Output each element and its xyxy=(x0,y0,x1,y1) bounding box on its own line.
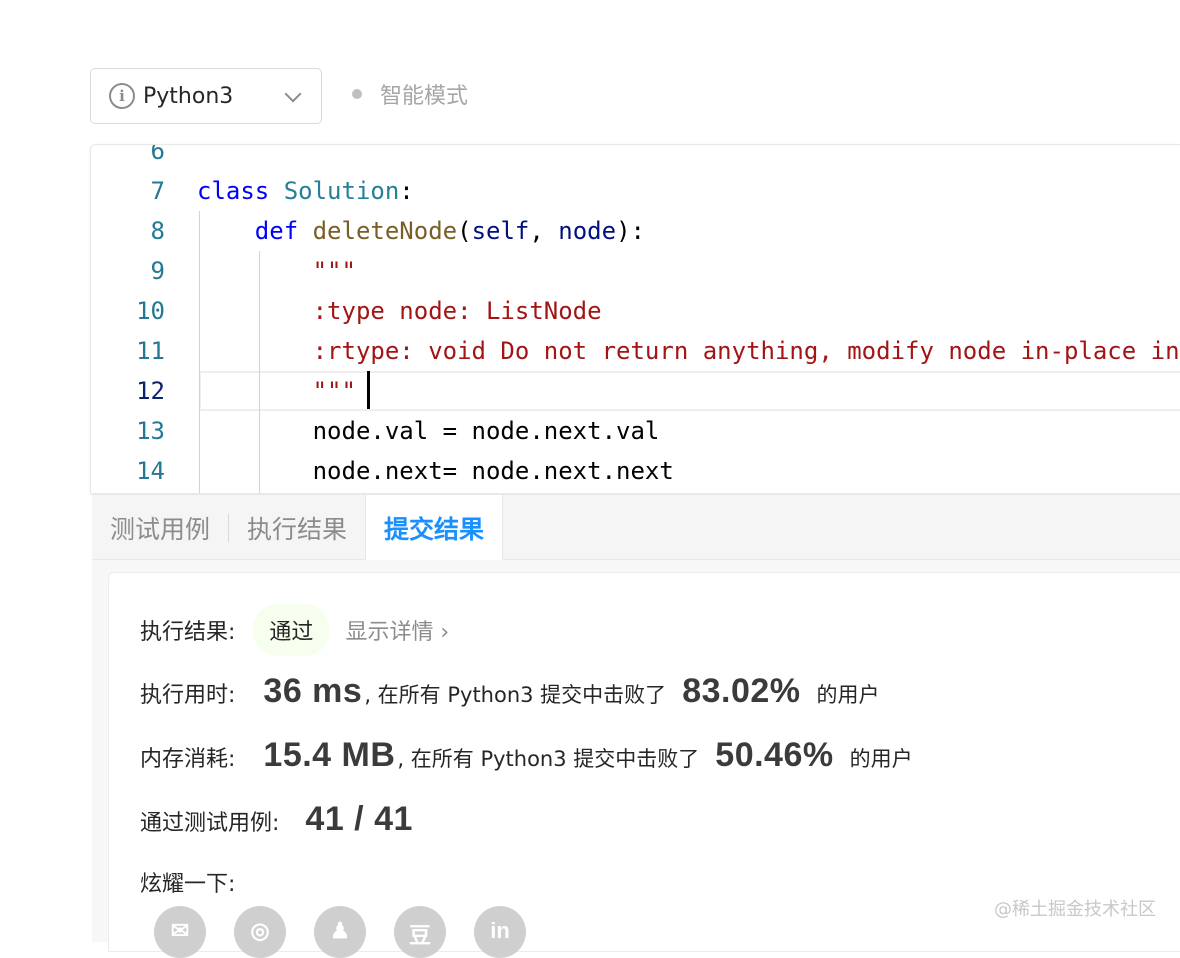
status-row: 执行结果: 通过 显示详情 › xyxy=(140,604,449,656)
tests-value: 41 / 41 xyxy=(305,800,413,838)
status-badge: 通过 xyxy=(253,604,330,656)
code-token: :rtype: void Do not return anything, mod… xyxy=(312,337,1180,365)
code-token: node.val = node.next.val xyxy=(197,417,660,445)
language-label: Python3 xyxy=(143,83,234,109)
code-line[interactable]: 9 """ xyxy=(91,251,1180,291)
line-number: 13 xyxy=(136,417,165,445)
share-row: 炫耀一下: xyxy=(140,866,235,898)
code-line[interactable]: 6 xyxy=(91,144,1180,171)
code-token: class xyxy=(197,177,270,205)
code-line[interactable]: 12 """ xyxy=(91,371,1180,411)
code-token: node xyxy=(558,217,617,245)
tab-submit-result[interactable]: 提交结果 xyxy=(365,495,504,560)
tests-row: 通过测试用例: 41 / 41 xyxy=(140,800,413,839)
code-editor[interactable]: 6 7 class Solution: 8 def deleteNode(self, … xyxy=(90,144,1180,494)
linkedin-icon[interactable]: in xyxy=(474,906,526,958)
code-line[interactable]: 7 class Solution: xyxy=(91,171,1180,211)
runtime-label: 执行用时: xyxy=(140,683,236,708)
line-number: 11 xyxy=(136,337,165,365)
code-text: """ xyxy=(197,371,356,411)
code-text: class Solution: xyxy=(197,171,414,211)
tab-run-result[interactable]: 执行结果 xyxy=(229,495,365,560)
code-token: Solution xyxy=(283,177,400,205)
show-details-link[interactable]: 显示详情 › xyxy=(345,614,449,646)
code-line[interactable]: 11 :rtype: void Do not return anything, … xyxy=(91,331,1180,371)
share-icons: ✉ ◎ ♟ 豆 in xyxy=(154,906,526,958)
code-token: : xyxy=(399,177,414,205)
text-cursor xyxy=(367,371,370,409)
runtime-value: 36 ms xyxy=(263,672,363,710)
result-tabs: 测试用例 执行结果 提交结果 xyxy=(92,494,1180,560)
tests-label: 通过测试用例: xyxy=(140,811,280,836)
code-text: node.next= node.next.next xyxy=(197,451,674,491)
wechat-icon[interactable]: ✉ xyxy=(154,906,206,958)
code-token: deleteNode xyxy=(312,217,458,245)
weibo-icon[interactable]: ◎ xyxy=(234,906,286,958)
code-token: """ xyxy=(312,257,356,285)
code-token: ( xyxy=(457,217,472,245)
line-number: 10 xyxy=(136,297,165,325)
code-text: :rtype: void Do not return anything, mod… xyxy=(197,331,1180,371)
code-token: self xyxy=(471,217,530,245)
status-label: 执行结果: xyxy=(140,620,236,645)
runtime-text: , 在所有 Python3 提交中击败了 xyxy=(364,683,667,707)
runtime-suffix: 的用户 xyxy=(816,683,880,707)
code-text: """ xyxy=(197,251,356,291)
runtime-row: 执行用时: 36 ms , 在所有 Python3 提交中击败了 83.02% … xyxy=(140,672,880,711)
code-token: node.next= node.next.next xyxy=(197,457,674,485)
runtime-percent: 83.02% xyxy=(682,672,801,710)
tab-test-cases[interactable]: 测试用例 xyxy=(92,495,228,560)
memory-row: 内存消耗: 15.4 MB , 在所有 Python3 提交中击败了 50.46… xyxy=(140,736,913,775)
memory-label: 内存消耗: xyxy=(140,747,236,772)
douban-icon[interactable]: 豆 xyxy=(394,906,446,958)
line-number: 8 xyxy=(150,217,165,245)
line-number: 9 xyxy=(150,257,165,285)
code-token: ): xyxy=(616,217,645,245)
memory-value: 15.4 MB xyxy=(263,736,396,774)
memory-text: , 在所有 Python3 提交中击败了 xyxy=(397,747,700,771)
code-line[interactable]: 14 node.next= node.next.next xyxy=(91,451,1180,491)
line-number: 7 xyxy=(150,177,165,205)
code-line[interactable]: 8 def deleteNode(self, node): xyxy=(91,211,1180,251)
code-token: :type node: ListNode xyxy=(312,297,602,325)
line-number: 6 xyxy=(150,144,165,165)
code-token: """ xyxy=(312,377,356,405)
code-token: , xyxy=(529,217,559,245)
watermark: @稀土掘金技术社区 xyxy=(994,899,1156,920)
smart-mode-label: 智能模式 xyxy=(380,84,469,109)
share-label: 炫耀一下: xyxy=(140,872,236,897)
memory-percent: 50.46% xyxy=(715,736,834,774)
line-number: 12 xyxy=(136,377,165,405)
smart-mode-toggle[interactable]: 智能模式 xyxy=(352,78,468,110)
code-line[interactable]: 13 node.val = node.next.val xyxy=(91,411,1180,451)
language-select[interactable]: i Python3 xyxy=(90,68,322,124)
qq-icon[interactable]: ♟ xyxy=(314,906,366,958)
code-text: def deleteNode(self, node): xyxy=(197,211,645,251)
code-text: node.val = node.next.val xyxy=(197,411,660,451)
memory-suffix: 的用户 xyxy=(849,747,913,771)
code-text: :type node: ListNode xyxy=(197,291,602,331)
info-icon: i xyxy=(109,83,135,109)
code-line[interactable]: 10 :type node: ListNode xyxy=(91,291,1180,331)
mode-status-dot xyxy=(352,89,362,99)
code-token: def xyxy=(254,217,299,245)
line-number: 14 xyxy=(136,457,165,485)
chevron-down-icon xyxy=(284,85,302,103)
